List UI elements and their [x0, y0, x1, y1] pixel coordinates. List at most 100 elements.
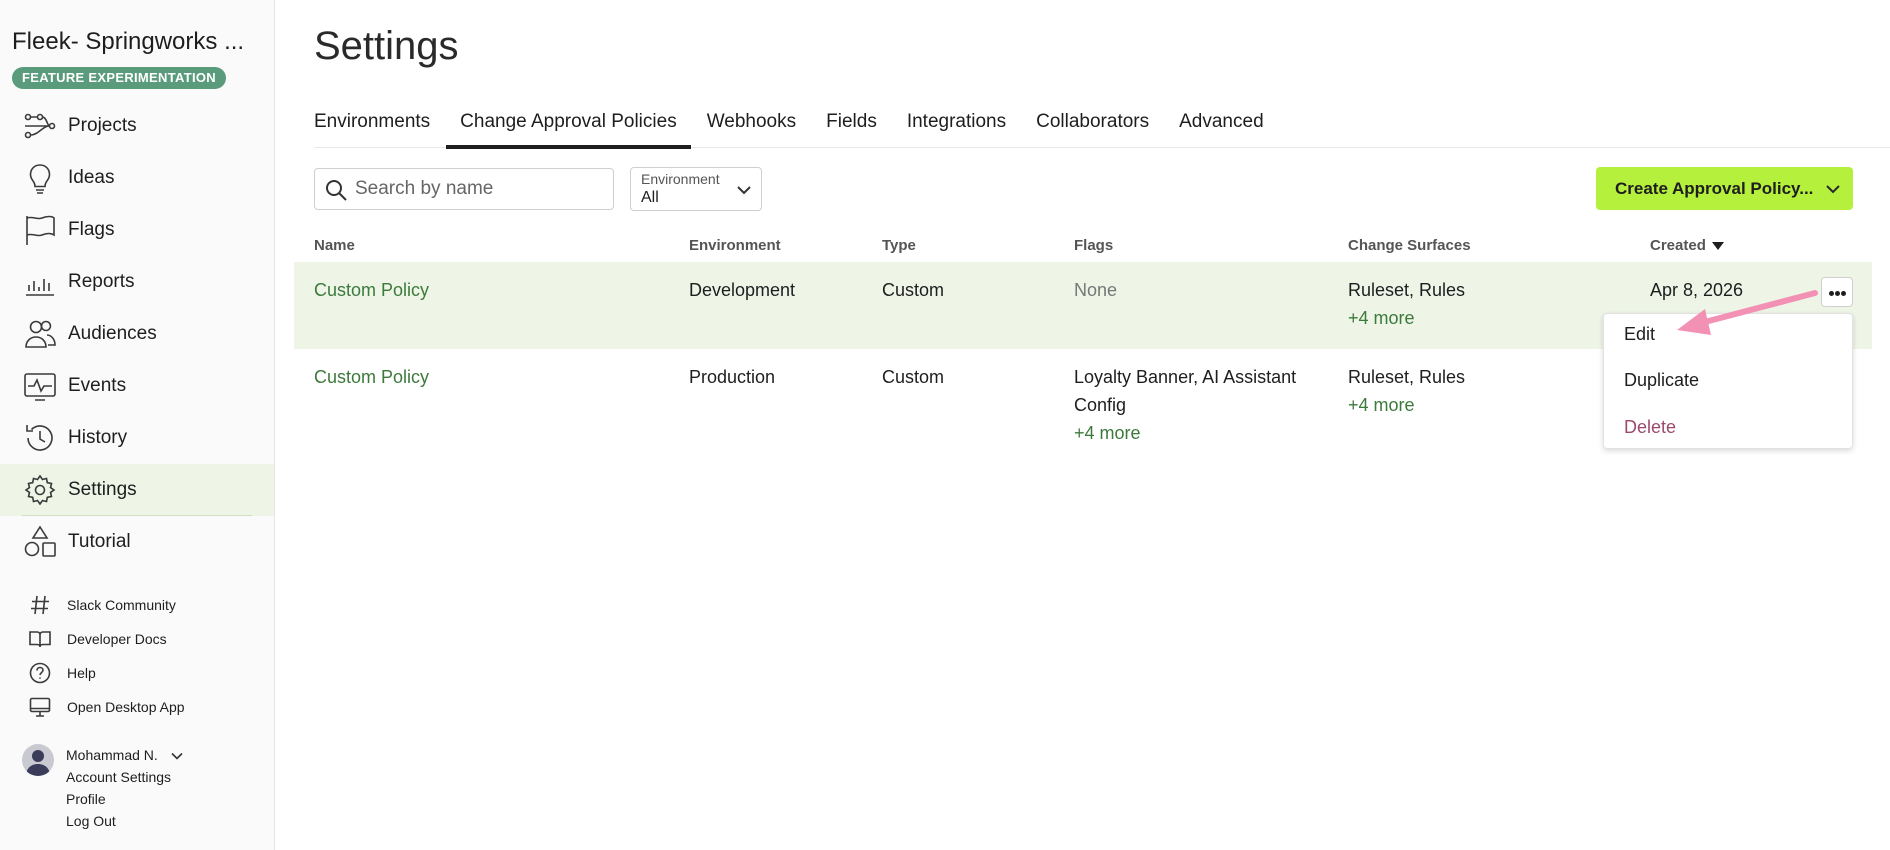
flags-more-link[interactable]: +4 more	[1074, 419, 1141, 447]
product-badge: FEATURE EXPERIMENTATION	[12, 67, 226, 89]
policy-flags: None	[1074, 280, 1118, 300]
sort-desc-icon[interactable]	[1711, 242, 1724, 251]
annotation-arrow-icon	[1677, 290, 1818, 335]
policy-change-surfaces: Ruleset, Rules	[1348, 367, 1466, 387]
link-open-desktop-app[interactable]: Open Desktop App	[0, 690, 274, 724]
sidebar-item-label: Reports	[68, 271, 135, 292]
tab-advanced[interactable]: Advanced	[1179, 104, 1264, 148]
avatar[interactable]	[22, 744, 54, 776]
create-button-label: Create Approval Policy...	[1615, 179, 1814, 198]
tab-change-approval-policies[interactable]: Change Approval Policies	[446, 104, 691, 149]
menu-item-edit[interactable]: Edit	[1624, 324, 1655, 345]
history-icon	[22, 420, 58, 456]
link-developer-docs[interactable]: Developer Docs	[0, 622, 274, 656]
more-dots-icon	[1835, 291, 1840, 296]
policy-type: Custom	[882, 367, 945, 387]
sidebar-item-settings[interactable]: Settings	[0, 464, 274, 516]
tab-collaborators[interactable]: Collaborators	[1036, 104, 1149, 148]
column-header-change-surfaces[interactable]: Change Surfaces	[1348, 237, 1471, 254]
main-content: Settings Environments Change Approval Po…	[276, 0, 1890, 850]
link-slack-community[interactable]: Slack Community	[0, 588, 274, 622]
account-settings-link[interactable]: Account Settings	[66, 769, 171, 785]
search-input[interactable]	[355, 169, 605, 209]
link-label: Developer Docs	[67, 631, 167, 647]
environment-filter-label: Environment	[641, 171, 720, 187]
policy-environment: Production	[689, 367, 776, 387]
tab-fields[interactable]: Fields	[826, 104, 877, 148]
link-label: Help	[67, 665, 96, 681]
column-header-flags[interactable]: Flags	[1074, 237, 1113, 254]
environment-filter-value: All	[641, 189, 659, 206]
projects-icon	[22, 108, 58, 144]
policy-environment: Development	[689, 280, 796, 300]
lightbulb-icon	[22, 160, 58, 196]
chevron-down-icon[interactable]	[1825, 181, 1841, 197]
policy-type: Custom	[882, 280, 945, 300]
link-label: Open Desktop App	[67, 699, 185, 715]
environment-filter[interactable]: Environment All	[630, 167, 762, 211]
policy-change-surfaces: Ruleset, Rules	[1348, 280, 1466, 300]
book-icon	[28, 627, 52, 651]
menu-item-duplicate[interactable]: Duplicate	[1624, 370, 1699, 391]
tab-integrations[interactable]: Integrations	[907, 104, 1006, 148]
row-actions-button[interactable]	[1821, 277, 1853, 307]
surfaces-more-link[interactable]: +4 more	[1348, 391, 1415, 419]
sidebar-item-label: Projects	[68, 115, 137, 136]
column-header-environment[interactable]: Environment	[689, 237, 781, 254]
sidebar-item-ideas[interactable]: Ideas	[0, 152, 274, 204]
column-header-name[interactable]: Name	[314, 237, 355, 254]
tab-webhooks[interactable]: Webhooks	[707, 104, 796, 148]
search-box	[314, 168, 614, 210]
sidebar-item-label: Flags	[68, 219, 115, 240]
chevron-down-icon[interactable]	[170, 749, 184, 768]
user-name[interactable]: Mohammad N.	[66, 747, 158, 763]
sidebar-item-projects[interactable]: Projects	[0, 100, 274, 152]
search-icon	[326, 180, 347, 201]
tab-environments[interactable]: Environments	[314, 104, 430, 148]
sidebar-item-label: Tutorial	[68, 531, 131, 552]
sidebar-nav: Projects Ideas Flags Reports Audiences E…	[0, 100, 274, 568]
chevron-down-icon	[737, 186, 751, 195]
desktop-icon	[28, 695, 52, 719]
more-dots-icon	[1841, 291, 1846, 296]
create-approval-policy-button[interactable]: Create Approval Policy...	[1596, 167, 1853, 210]
hash-icon	[28, 593, 52, 617]
column-header-created[interactable]: Created	[1650, 237, 1724, 254]
sidebar: Fleek- Springworks ... FEATURE EXPERIMEN…	[0, 0, 275, 850]
sidebar-item-label: Events	[68, 375, 127, 396]
people-icon	[22, 316, 58, 352]
policy-flags-continued: Config	[1074, 395, 1127, 415]
page-title: Settings	[314, 24, 459, 68]
more-dots-icon	[1829, 291, 1834, 296]
link-help[interactable]: Help	[0, 656, 274, 690]
logout-link[interactable]: Log Out	[66, 813, 116, 829]
gear-icon	[22, 472, 58, 508]
sidebar-item-reports[interactable]: Reports	[0, 256, 274, 308]
help-icon	[28, 661, 52, 685]
surfaces-more-link[interactable]: +4 more	[1348, 304, 1415, 332]
org-name[interactable]: Fleek- Springworks ...	[12, 28, 244, 56]
sidebar-item-tutorial[interactable]: Tutorial	[0, 516, 274, 568]
sidebar-item-label: Audiences	[68, 323, 157, 344]
shapes-icon	[22, 524, 58, 560]
menu-item-delete[interactable]: Delete	[1624, 417, 1676, 438]
profile-link[interactable]: Profile	[66, 791, 106, 807]
sidebar-item-audiences[interactable]: Audiences	[0, 308, 274, 360]
policy-flags: Loyalty Banner, AI Assistant	[1074, 367, 1297, 387]
pulse-icon	[22, 368, 58, 404]
sidebar-item-label: Ideas	[68, 167, 115, 188]
chart-icon	[22, 264, 58, 300]
sidebar-links: Slack Community Developer Docs Help Open…	[0, 588, 274, 724]
sidebar-item-label: History	[68, 427, 128, 448]
sidebar-item-flags[interactable]: Flags	[0, 204, 274, 256]
settings-tabs: Environments Change Approval Policies We…	[314, 104, 1890, 149]
sidebar-item-label: Settings	[68, 479, 137, 500]
policy-name-link[interactable]: Custom Policy	[314, 363, 429, 391]
flag-icon	[22, 212, 58, 248]
column-header-type[interactable]: Type	[882, 237, 916, 254]
policy-name-link[interactable]: Custom Policy	[314, 276, 429, 304]
sidebar-item-history[interactable]: History	[0, 412, 274, 464]
column-header-label: Created	[1650, 237, 1706, 254]
link-label: Slack Community	[67, 597, 176, 613]
sidebar-item-events[interactable]: Events	[0, 360, 274, 412]
